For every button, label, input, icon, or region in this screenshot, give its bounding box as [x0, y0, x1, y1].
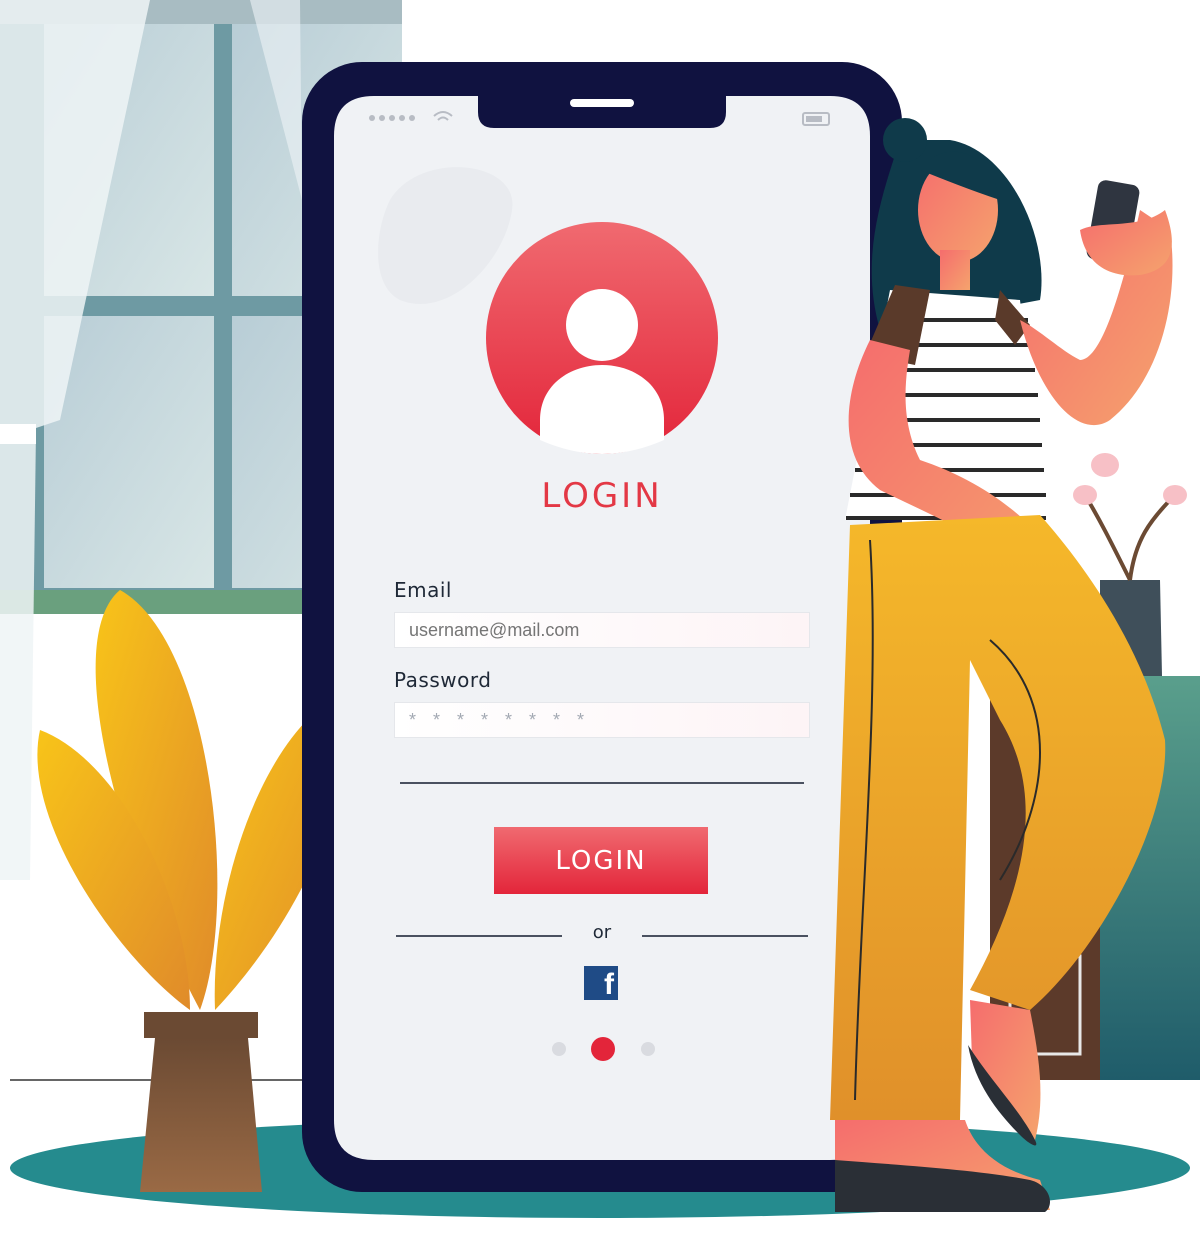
- email-field[interactable]: [394, 612, 810, 648]
- pagination-dot-1[interactable]: [552, 1042, 566, 1056]
- login-button[interactable]: LOGIN: [494, 827, 708, 894]
- login-screen: LOGIN Email Password * * * * * * * * LOG…: [334, 96, 870, 1160]
- pagination-dot-active[interactable]: [591, 1037, 615, 1061]
- login-title: LOGIN: [541, 476, 663, 516]
- or-separator: or: [592, 922, 612, 943]
- email-label: Email: [394, 578, 452, 602]
- pagination-dot-3[interactable]: [641, 1042, 655, 1056]
- password-field[interactable]: * * * * * * * *: [394, 702, 810, 738]
- facebook-icon[interactable]: f: [584, 966, 618, 1000]
- password-label: Password: [394, 668, 492, 692]
